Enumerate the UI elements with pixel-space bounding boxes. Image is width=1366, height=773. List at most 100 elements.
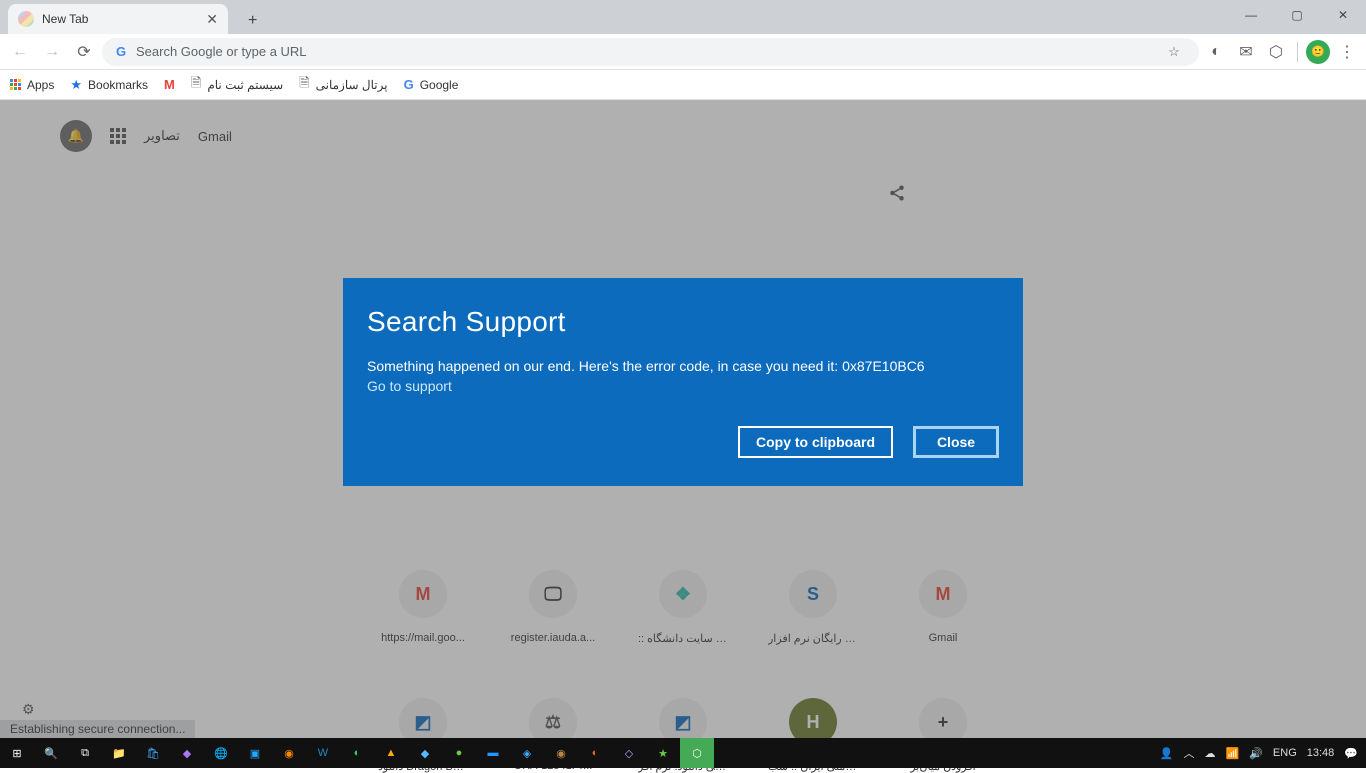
wifi-icon[interactable]: 📶 — [1226, 747, 1240, 760]
shortcut-label: :: وب سایت دانشگاه ... — [638, 632, 728, 645]
apps-shortcut[interactable]: Apps — [10, 78, 54, 92]
tray-chevron-icon[interactable]: ︿ — [1184, 745, 1195, 761]
app-icon[interactable]: ◐ — [578, 738, 612, 768]
bookmarks-folder[interactable]: ★ Bookmarks — [70, 77, 148, 93]
copy-to-clipboard-button[interactable]: Copy to clipboard — [738, 426, 893, 458]
shortcut-icon: ❖ — [659, 570, 707, 618]
shortcut-tile[interactable]: M Gmail — [898, 570, 988, 645]
taskbar-left: ⊞ 🔍 ⧉ 📁 🛍 ◆ 🌐 ▣ ◉ W ◐ ▲ ◆ ● ▬ ◈ ◉ ◐ ◇ ★ … — [0, 738, 714, 768]
customize-icon[interactable]: ⚙ — [22, 701, 35, 718]
dialog-buttons: Copy to clipboard Close — [367, 426, 999, 458]
shortcut-icon: 🖵 — [529, 570, 577, 618]
go-to-support-link[interactable]: Go to support — [367, 378, 999, 394]
shortcut-tile[interactable]: ❖:: وب سایت دانشگاه ... — [638, 570, 728, 645]
back-button[interactable]: ← — [6, 38, 34, 66]
google-apps-icon[interactable] — [110, 128, 126, 144]
search-provider-icon: G — [114, 45, 128, 59]
file-icon: 🗎 — [191, 74, 201, 96]
onedrive-icon[interactable]: ☁ — [1205, 747, 1216, 760]
bookmark-portal[interactable]: 🗎 پرتال سازمانی — [299, 74, 387, 96]
star-icon[interactable]: ☆ — [1161, 39, 1187, 65]
app-icon[interactable]: ● — [442, 738, 476, 768]
start-button[interactable]: ⊞ — [0, 738, 34, 768]
ntp-header-links: 🔔 تصاویر Gmail — [60, 120, 232, 152]
bookmark-register[interactable]: 🗎 سیستم ثبت نام — [191, 74, 283, 96]
close-window-button[interactable]: ✕ — [1320, 0, 1366, 30]
language-indicator[interactable]: ENG — [1273, 747, 1297, 759]
dialog-title: Search Support — [367, 306, 999, 338]
minimize-button[interactable]: — — [1228, 0, 1274, 30]
tab-title: New Tab — [42, 12, 198, 26]
app-icon[interactable]: ◆ — [408, 738, 442, 768]
extension-mail-icon[interactable]: ✉ — [1233, 39, 1259, 65]
shortcut-label: register.iauda.a... — [511, 632, 595, 644]
separator — [1297, 42, 1298, 62]
people-icon[interactable]: 👤 — [1160, 747, 1174, 760]
dialog-message: Something happened on our end. Here's th… — [367, 358, 999, 374]
app-icon[interactable]: ◇ — [612, 738, 646, 768]
tab-strip: New Tab ✕ + — ▢ ✕ — [0, 0, 1366, 34]
windows-taskbar: ⊞ 🔍 ⧉ 📁 🛍 ◆ 🌐 ▣ ◉ W ◐ ▲ ◆ ● ▬ ◈ ◉ ◐ ◇ ★ … — [0, 738, 1366, 768]
shortcuts-row-1: Mhttps://mail.goo... 🖵 register.iauda.a...… — [0, 570, 1366, 645]
bookmark-google[interactable]: G Google — [404, 77, 459, 92]
photoshop-icon[interactable]: ▣ — [238, 738, 272, 768]
google-g-icon: G — [404, 77, 414, 92]
favicon-icon — [18, 11, 34, 27]
share-icon[interactable] — [888, 184, 906, 207]
chrome-menu-icon[interactable]: ⋮ — [1334, 39, 1360, 65]
profile-avatar[interactable]: 🙂 — [1306, 40, 1330, 64]
forward-button[interactable]: → — [38, 38, 66, 66]
maximize-button[interactable]: ▢ — [1274, 0, 1320, 30]
shortcut-label: Gmail — [929, 632, 958, 644]
status-bar: Establishing secure connection... — [0, 720, 195, 738]
omnibox[interactable]: G Search Google or type a URL ☆ — [102, 38, 1199, 66]
browser-tab[interactable]: New Tab ✕ — [8, 4, 228, 34]
gmail-icon: M — [164, 77, 175, 92]
app-icon[interactable]: ▲ — [374, 738, 408, 768]
extension-shield-icon[interactable]: ⬡ — [1263, 39, 1289, 65]
images-link[interactable]: تصاویر — [144, 128, 180, 144]
shortcut-icon: S — [789, 570, 837, 618]
apps-icon — [10, 79, 21, 90]
app-icon[interactable]: ◉ — [544, 738, 578, 768]
taskview-icon[interactable]: ⧉ — [68, 738, 102, 768]
chrome-icon[interactable]: 🌐 — [204, 738, 238, 768]
shortcut-label: https://mail.goo... — [381, 632, 465, 644]
shield-icon[interactable]: ⬡ — [680, 738, 714, 768]
store-icon[interactable]: 🛍 — [136, 738, 170, 768]
shortcut-icon: M — [919, 570, 967, 618]
app-icon[interactable]: ▬ — [476, 738, 510, 768]
shortcut-icon: M — [399, 570, 447, 618]
bookmark-label: پرتال سازمانی — [316, 78, 388, 92]
bookmark-label: سیستم ثبت نام — [207, 78, 283, 92]
shortcut-tile[interactable]: Sدانلود رایگان نرم افزار ... — [768, 570, 858, 645]
gmail-link[interactable]: Gmail — [198, 129, 232, 144]
star-icon: ★ — [70, 77, 82, 93]
shortcut-tile[interactable]: 🖵 register.iauda.a... — [508, 570, 598, 645]
notifications-icon[interactable]: 🔔 — [60, 120, 92, 152]
clock[interactable]: 13:48 — [1307, 747, 1335, 759]
extension-adblock-icon[interactable]: ◐ — [1203, 39, 1229, 65]
bookmark-label: Google — [420, 78, 459, 92]
system-tray: 👤 ︿ ☁ 📶 🔊 ENG 13:48 💬 — [1160, 745, 1366, 761]
reload-button[interactable]: ⟳ — [70, 38, 98, 66]
app-icon[interactable]: ◈ — [510, 738, 544, 768]
app-icon[interactable]: ◐ — [340, 738, 374, 768]
search-icon[interactable]: 🔍 — [34, 738, 68, 768]
omnibox-placeholder: Search Google or type a URL — [136, 44, 1153, 59]
close-button[interactable]: Close — [913, 426, 999, 458]
volume-icon[interactable]: 🔊 — [1249, 747, 1263, 760]
word-icon[interactable]: W — [306, 738, 340, 768]
window-controls: — ▢ ✕ — [1228, 0, 1366, 30]
app-icon[interactable]: ◉ — [272, 738, 306, 768]
toolbar: ← → ⟳ G Search Google or type a URL ☆ ◐ … — [0, 34, 1366, 70]
vs-icon[interactable]: ◆ — [170, 738, 204, 768]
action-center-icon[interactable]: 💬 — [1344, 747, 1358, 760]
explorer-icon[interactable]: 📁 — [102, 738, 136, 768]
app-icon[interactable]: ★ — [646, 738, 680, 768]
close-tab-icon[interactable]: ✕ — [206, 11, 218, 28]
new-tab-button[interactable]: + — [240, 8, 265, 34]
bookmark-gmail[interactable]: M — [164, 77, 175, 92]
search-support-dialog: Search Support Something happened on our… — [343, 278, 1023, 486]
shortcut-tile[interactable]: Mhttps://mail.goo... — [378, 570, 468, 645]
